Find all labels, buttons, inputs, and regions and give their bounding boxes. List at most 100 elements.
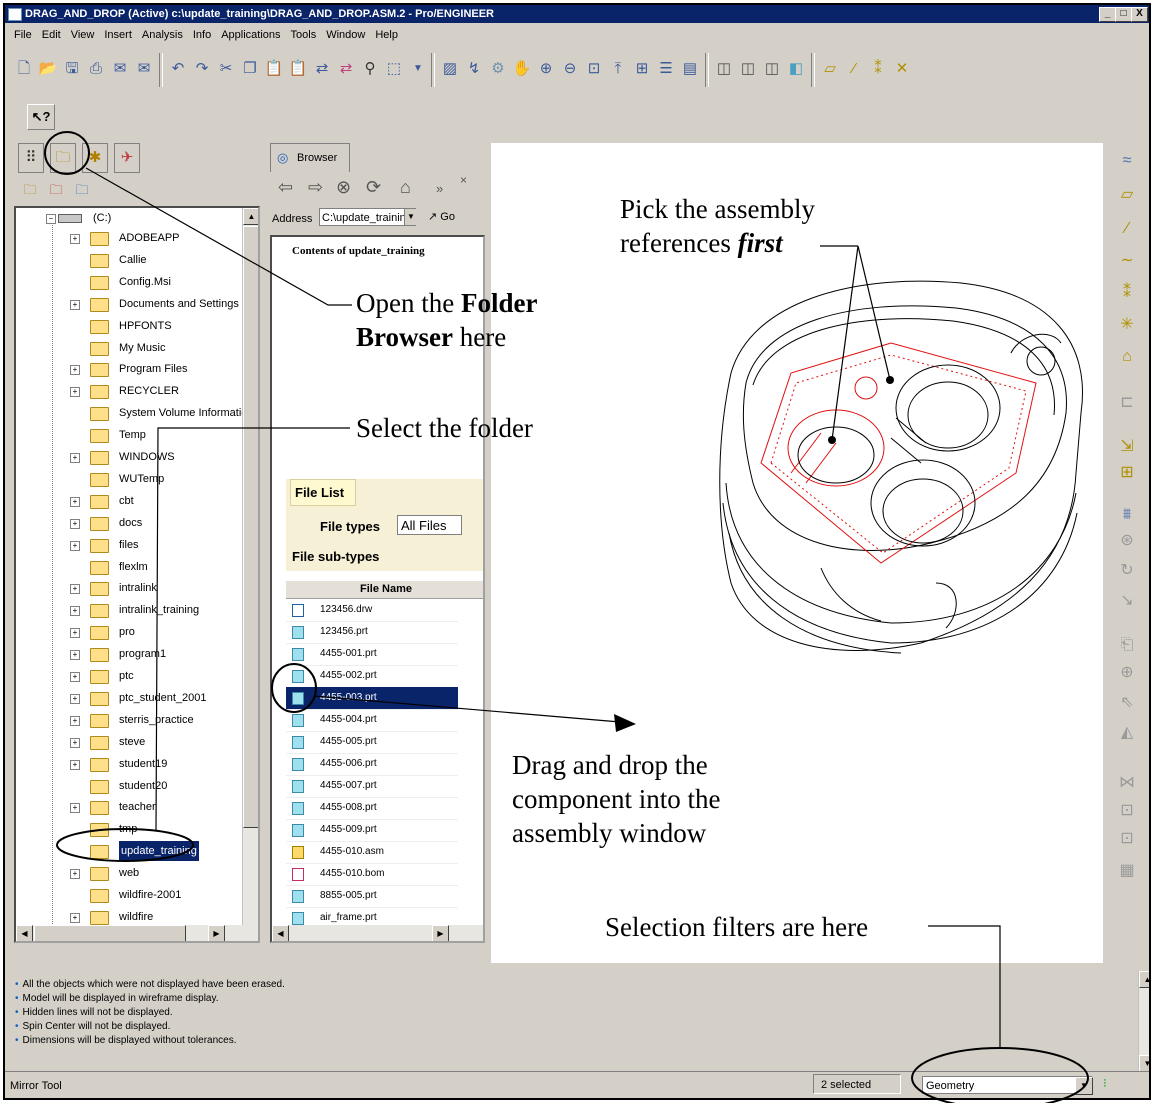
file-row[interactable]: 4455-007.prt	[286, 775, 458, 798]
saved-views-icon[interactable]: ⊞	[631, 58, 653, 80]
file-row[interactable]: 4455-002.prt	[286, 665, 458, 688]
selection-box-icon[interactable]: ⬚	[383, 58, 405, 80]
expand-icon[interactable]: +	[70, 912, 80, 923]
close-button[interactable]: X	[1131, 7, 1148, 22]
tree-folder-row[interactable]: Config.Msi	[16, 272, 246, 292]
filter-dropdown-icon[interactable]: ▼	[1075, 1077, 1093, 1095]
address-field[interactable]: C:\update_training	[319, 208, 416, 226]
file-row[interactable]: 4455-006.prt	[286, 753, 458, 776]
scroll-thumb[interactable]	[34, 925, 186, 941]
point-icon[interactable]: ⁑	[1105, 281, 1149, 305]
send-mail-icon[interactable]: ✉	[109, 58, 131, 80]
mirror-geom-icon[interactable]: ⋈	[1105, 771, 1149, 795]
cut-icon[interactable]: ✂	[215, 58, 237, 80]
wireframe-icon[interactable]: ◫	[713, 58, 735, 80]
forward-icon[interactable]: ⇨	[308, 177, 323, 198]
repaint-icon[interactable]: ▨	[439, 58, 461, 80]
round-icon[interactable]: ◭	[1105, 721, 1149, 745]
tree-folder-row[interactable]: My Music	[16, 338, 246, 358]
scroll-right-icon[interactable]: ▶	[208, 925, 225, 941]
menu-applications[interactable]: Applications	[216, 25, 285, 45]
expand-icon[interactable]: +	[70, 693, 80, 704]
file-row[interactable]: 4455-008.prt	[286, 797, 458, 820]
tree-folder-row[interactable]: + steve	[16, 732, 246, 752]
menu-help[interactable]: Help	[370, 25, 403, 45]
tree-folder-row[interactable]: WUTemp	[16, 469, 246, 489]
regen-manager-icon[interactable]: ⇄	[335, 58, 357, 80]
file-row[interactable]: 123456.drw	[286, 599, 458, 622]
expand-icon[interactable]: +	[70, 584, 80, 595]
browser-tab[interactable]: ◎ Browser	[270, 143, 350, 172]
expand-icon[interactable]: +	[70, 234, 80, 244]
refit-icon[interactable]: ⊡	[583, 58, 605, 80]
message-scrollbar[interactable]: ▲ ▼	[1138, 971, 1149, 1072]
expand-icon[interactable]: +	[70, 299, 80, 310]
minimize-button[interactable]: _	[1099, 7, 1116, 22]
menu-file[interactable]: File	[9, 25, 37, 45]
new-folder-icon[interactable]: 🗀	[20, 181, 40, 199]
analysis-datum-icon[interactable]: ⌂	[1105, 345, 1149, 369]
tree-folder-row[interactable]: + student19	[16, 754, 246, 774]
tree-folder-row[interactable]: + ptc_student_2001	[16, 688, 246, 708]
menu-analysis[interactable]: Analysis	[137, 25, 188, 45]
scroll-left-icon[interactable]: ◀	[16, 925, 33, 941]
search-tool-icon[interactable]: ⚲	[359, 58, 381, 80]
datum-points-icon[interactable]: ⁑	[867, 58, 889, 80]
expand-icon[interactable]: +	[70, 365, 80, 376]
model-tree-icon[interactable]: ▤	[679, 58, 701, 80]
tree-folder-row[interactable]: + wildfire	[16, 907, 246, 927]
create-component-icon[interactable]: ⊞	[1105, 461, 1149, 485]
delete-folder-icon[interactable]: 🗀	[46, 181, 66, 199]
menu-info[interactable]: Info	[188, 25, 216, 45]
save-icon[interactable]: 🖫	[61, 58, 83, 80]
tree-horizontal-scrollbar[interactable]: ◀ ▶	[16, 925, 258, 941]
close-browser-icon[interactable]: ×	[460, 173, 467, 187]
address-dropdown-icon[interactable]: ▼	[404, 209, 417, 225]
file-row[interactable]: 4455-010.asm	[286, 841, 458, 864]
refresh-icon[interactable]: ⟳	[366, 177, 381, 198]
expand-icon[interactable]: +	[70, 628, 80, 639]
paste-special-icon[interactable]: 📋	[287, 58, 309, 80]
spin-center-icon[interactable]: ⚙	[487, 58, 509, 80]
tree-drive-row[interactable]: − (C:)	[16, 208, 246, 228]
file-row[interactable]: 4455-004.prt	[286, 709, 458, 732]
reorient-icon[interactable]: ⤒	[607, 58, 629, 80]
table-icon[interactable]: ▦	[1105, 859, 1149, 883]
offset-icon[interactable]: ⊡	[1105, 799, 1149, 823]
tree-folder-row[interactable]: update_training	[16, 841, 246, 862]
expand-icon[interactable]: +	[70, 672, 80, 682]
tree-folder-row[interactable]: Temp	[16, 425, 246, 445]
thicken-icon[interactable]: ⊡	[1105, 827, 1149, 851]
collapse-icon[interactable]: −	[46, 214, 56, 224]
assemble-icon[interactable]: ⇲	[1105, 435, 1149, 459]
no-hidden-icon[interactable]: ◫	[761, 58, 783, 80]
open-file-icon[interactable]: 📂	[37, 58, 59, 80]
scroll-left-icon[interactable]: ◀	[272, 925, 289, 941]
tree-folder-row[interactable]: + files	[16, 535, 246, 555]
more-icon[interactable]: »	[436, 181, 443, 196]
curve-icon[interactable]: ∼	[1105, 249, 1149, 273]
tree-folder-row[interactable]: + docs	[16, 513, 246, 533]
maximize-button[interactable]: □	[1115, 7, 1132, 22]
expand-icon[interactable]: +	[70, 869, 80, 880]
tree-folder-row[interactable]: wildfire-2001	[16, 885, 246, 905]
scroll-right-icon[interactable]: ▶	[432, 925, 449, 941]
tree-folder-row[interactable]: student20	[16, 776, 246, 796]
expand-icon[interactable]: +	[70, 496, 80, 507]
expand-icon[interactable]: +	[70, 803, 80, 814]
pattern-icon[interactable]: ⇖	[1105, 691, 1149, 715]
orient-icon[interactable]: ↯	[463, 58, 485, 80]
expand-icon[interactable]: +	[70, 540, 80, 551]
whats-this-icon[interactable]: ↖?	[27, 104, 55, 130]
datum-planes-icon[interactable]: ▱	[819, 58, 841, 80]
axis-icon[interactable]: ⁄	[1105, 217, 1149, 241]
tree-folder-row[interactable]: + intralink	[16, 578, 246, 598]
menu-tools[interactable]: Tools	[286, 25, 322, 45]
merge-icon[interactable]: ⊛	[1105, 529, 1149, 553]
tree-folder-row[interactable]: flexlm	[16, 557, 246, 577]
tree-folder-row[interactable]: + sterris_practice	[16, 710, 246, 730]
expand-icon[interactable]: +	[70, 518, 80, 529]
tree-folder-row[interactable]: + web	[16, 863, 246, 883]
new-file-icon[interactable]: 🗋	[13, 58, 35, 80]
extrude-icon[interactable]: ⎗	[1105, 633, 1149, 657]
